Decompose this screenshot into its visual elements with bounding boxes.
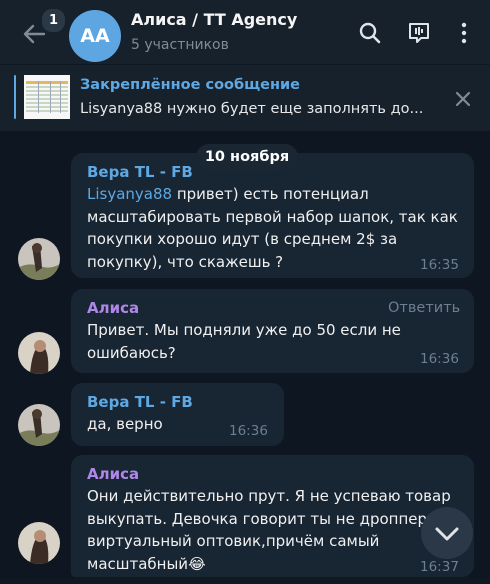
chat-avatar[interactable]: AA — [69, 10, 121, 62]
avatar[interactable] — [18, 522, 60, 564]
search-icon[interactable] — [357, 20, 383, 46]
message-time: 16:36 — [420, 351, 459, 367]
message-body: Они действительно прут. Я не успеваю тов… — [87, 487, 451, 573]
message-time: 16:36 — [229, 423, 268, 439]
sender-name[interactable]: Алиса — [87, 465, 139, 483]
message-bubble[interactable]: Алиса Они действительно прут. Я не успев… — [71, 455, 474, 577]
date-divider: 10 ноября — [196, 144, 298, 170]
scroll-down-button[interactable] — [421, 507, 473, 559]
group-call-icon[interactable] — [406, 20, 432, 46]
message-text: Привет. Мы подняли уже до 50 если не оши… — [87, 321, 401, 362]
message-bubble[interactable]: Вера TL - FB Lisyanya88 привет) есть пот… — [71, 153, 474, 278]
mention-link[interactable]: Lisyanya88 — [87, 185, 172, 203]
pinned-text: Lisyanya88 нужно будет еще заполнять до.… — [80, 101, 424, 117]
message-bubble[interactable]: Вера TL - FB да, верно 16:36 — [71, 383, 284, 446]
more-vertical-icon[interactable] — [451, 20, 477, 46]
message-text: Lisyanya88 привет) есть потенциал масшта… — [87, 183, 458, 273]
avatar[interactable] — [18, 238, 60, 280]
pinned-indicator — [14, 75, 16, 119]
pinned-thumbnail — [24, 75, 70, 119]
message-bubble[interactable]: Алиса Ответить Привет. Мы подняли уже до… — [71, 289, 474, 373]
chevron-down-icon — [435, 527, 459, 541]
message-text: Они действительно прут. Я не успеваю тов… — [87, 485, 451, 575]
composer-edge — [0, 578, 490, 584]
laughing-emoji-icon: 😂 — [188, 554, 206, 573]
message-text: да, верно — [87, 415, 163, 433]
close-icon[interactable] — [452, 88, 474, 110]
unread-count-badge: 1 — [40, 7, 67, 34]
member-count: 5 участников — [131, 37, 229, 53]
reply-button[interactable]: Ответить — [388, 300, 460, 316]
sender-name[interactable]: Вера TL - FB — [87, 163, 193, 181]
pinned-message-bar[interactable]: Закреплённое сообщение Lisyanya88 нужно … — [0, 65, 490, 131]
sender-name[interactable]: Алиса — [87, 299, 139, 317]
avatar[interactable] — [18, 332, 60, 374]
chat-header: 1 AA Алиса / TT Agency 5 участников — [0, 0, 490, 65]
sender-name[interactable]: Вера TL - FB — [87, 393, 193, 411]
chat-title[interactable]: Алиса / TT Agency — [131, 10, 297, 29]
pinned-title: Закреплённое сообщение — [80, 77, 301, 93]
message-time: 16:35 — [420, 257, 459, 273]
avatar[interactable] — [18, 404, 60, 446]
message-time: 16:37 — [420, 559, 459, 575]
